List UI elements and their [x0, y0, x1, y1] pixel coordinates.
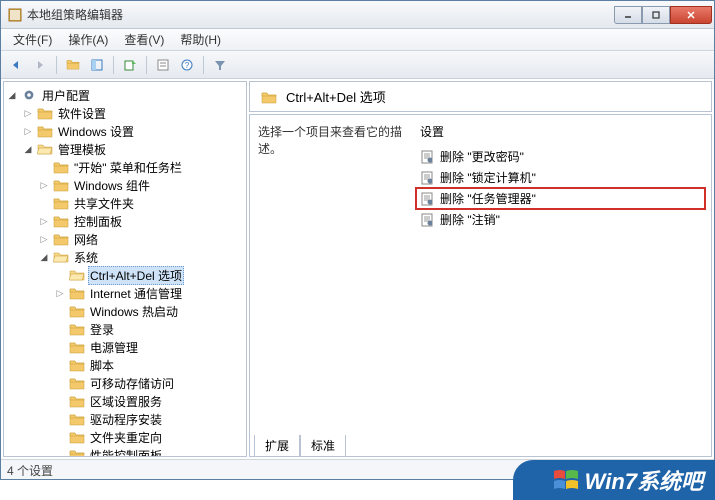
tree-panel[interactable]: 用户配置 软件设置 Windows 设置 管理模板 "开始" 菜单和任务栏 Wi… [3, 81, 247, 457]
tree-shared-folders[interactable]: 共享文件夹 [38, 194, 244, 212]
tree-folder-redirect[interactable]: 文件夹重定向 [54, 428, 244, 446]
folder-open-icon [53, 250, 69, 264]
folder-icon [261, 90, 277, 104]
forward-button[interactable] [29, 54, 51, 76]
detail-body: 选择一个项目来查看它的描述。 设置 删除 "更改密码" 删除 "锁定计算机" 删… [249, 114, 712, 457]
minimize-button[interactable] [614, 6, 642, 24]
menu-view[interactable]: 查看(V) [116, 29, 172, 50]
folder-icon [69, 394, 85, 408]
folder-icon [37, 106, 53, 120]
folder-icon [53, 160, 69, 174]
titlebar[interactable]: 本地组策略编辑器 [1, 1, 714, 29]
main-window: 本地组策略编辑器 文件(F) 操作(A) 查看(V) 帮助(H) ? 用户配置 [0, 0, 715, 480]
svg-text:?: ? [185, 61, 190, 70]
tree-win-components[interactable]: Windows 组件 [38, 176, 244, 194]
setting-logoff[interactable]: 删除 "注销" [416, 209, 705, 230]
folder-icon [53, 214, 69, 228]
close-button[interactable] [670, 6, 712, 24]
watermark-text: Win7系统吧 [585, 464, 703, 496]
tree-control-panel[interactable]: 控制面板 [38, 212, 244, 230]
tree-perf-cpanel[interactable]: 性能控制面板 [54, 446, 244, 457]
policy-icon [420, 213, 434, 227]
tree-internet-comm[interactable]: Internet 通信管理 [54, 284, 244, 302]
tab-extended[interactable]: 扩展 [254, 435, 300, 457]
menu-file[interactable]: 文件(F) [5, 29, 60, 50]
tree-scripts[interactable]: 脚本 [54, 356, 244, 374]
detail-tabs: 扩展 标准 [254, 435, 346, 457]
show-hide-button[interactable] [86, 54, 108, 76]
tab-standard[interactable]: 标准 [300, 435, 346, 457]
up-button[interactable] [62, 54, 84, 76]
policy-icon [420, 192, 434, 206]
detail-title: Ctrl+Alt+Del 选项 [286, 87, 386, 106]
maximize-button[interactable] [642, 6, 670, 24]
menu-help[interactable]: 帮助(H) [172, 29, 229, 50]
watermark: Win7系统吧 [513, 460, 715, 500]
folder-icon [53, 196, 69, 210]
tree-removable[interactable]: 可移动存储访问 [54, 374, 244, 392]
tree-root[interactable]: 用户配置 [6, 86, 244, 104]
setting-lock-computer[interactable]: 删除 "锁定计算机" [416, 167, 705, 188]
folder-icon [69, 340, 85, 354]
policy-icon [420, 150, 434, 164]
menubar: 文件(F) 操作(A) 查看(V) 帮助(H) [1, 29, 714, 51]
setting-task-manager[interactable]: 删除 "任务管理器" [416, 188, 705, 209]
folder-icon [69, 412, 85, 426]
help-button[interactable]: ? [176, 54, 198, 76]
tree-windows-settings[interactable]: Windows 设置 [22, 122, 244, 140]
windows-logo-icon [553, 467, 579, 493]
folder-icon [69, 322, 85, 336]
detail-header: Ctrl+Alt+Del 选项 [249, 81, 712, 112]
tree-logon[interactable]: 登录 [54, 320, 244, 338]
description-area: 选择一个项目来查看它的描述。 [250, 115, 410, 456]
tree-power[interactable]: 电源管理 [54, 338, 244, 356]
window-title: 本地组策略编辑器 [27, 6, 614, 23]
folder-icon [37, 124, 53, 138]
gear-icon [21, 88, 37, 102]
back-button[interactable] [5, 54, 27, 76]
folder-icon [69, 286, 85, 300]
status-text: 4 个设置 [7, 464, 53, 478]
filter-button[interactable] [209, 54, 231, 76]
folder-icon [53, 232, 69, 246]
policy-icon [420, 171, 434, 185]
tree-driver-install[interactable]: 驱动程序安装 [54, 410, 244, 428]
folder-open-icon [69, 268, 85, 282]
folder-icon [69, 376, 85, 390]
tree-start-menu[interactable]: "开始" 菜单和任务栏 [38, 158, 244, 176]
tree-network[interactable]: 网络 [38, 230, 244, 248]
folder-icon [69, 430, 85, 444]
settings-col-header[interactable]: 设置 [416, 121, 705, 146]
folder-icon [53, 178, 69, 192]
folder-icon [69, 448, 85, 457]
tree-system[interactable]: 系统 [38, 248, 244, 266]
folder-icon [69, 358, 85, 372]
tree-admin-templates[interactable]: 管理模板 [22, 140, 244, 158]
content-area: 用户配置 软件设置 Windows 设置 管理模板 "开始" 菜单和任务栏 Wi… [1, 79, 714, 459]
tree-hotstart[interactable]: Windows 热启动 [54, 302, 244, 320]
description-prompt: 选择一个项目来查看它的描述。 [258, 125, 402, 156]
tree-ctrl-alt-del[interactable]: Ctrl+Alt+Del 选项 [54, 266, 244, 284]
setting-change-password[interactable]: 删除 "更改密码" [416, 146, 705, 167]
toolbar: ? [1, 51, 714, 79]
detail-panel: Ctrl+Alt+Del 选项 选择一个项目来查看它的描述。 设置 删除 "更改… [249, 81, 712, 457]
folder-open-icon [37, 142, 53, 156]
app-icon [7, 7, 23, 23]
settings-list: 设置 删除 "更改密码" 删除 "锁定计算机" 删除 "任务管理器" 删除 "注… [410, 115, 711, 456]
folder-icon [69, 304, 85, 318]
tree-software[interactable]: 软件设置 [22, 104, 244, 122]
export-button[interactable] [119, 54, 141, 76]
tree-locale[interactable]: 区域设置服务 [54, 392, 244, 410]
menu-action[interactable]: 操作(A) [60, 29, 116, 50]
properties-button[interactable] [152, 54, 174, 76]
